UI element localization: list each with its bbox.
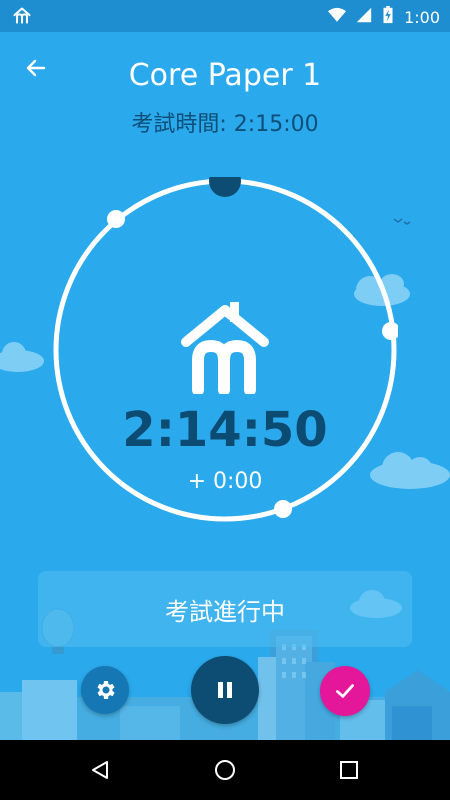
ring-marker <box>107 210 125 228</box>
ring-marker <box>274 500 292 518</box>
square-recents-icon <box>340 761 358 779</box>
pause-icon <box>218 682 232 698</box>
nav-back-button[interactable] <box>84 754 116 786</box>
check-icon <box>336 684 354 698</box>
time-offset: + 0:00 <box>187 469 263 494</box>
circle-home-icon <box>215 760 235 780</box>
ring-marker <box>382 322 400 340</box>
status-bar: 1:00 <box>0 0 450 32</box>
remaining-time: 2:14:50 <box>122 402 328 458</box>
exam-status-label: 考試進行中 <box>165 597 285 626</box>
settings-button[interactable] <box>81 666 129 714</box>
gear-icon <box>97 681 115 699</box>
finish-exam-button[interactable] <box>320 666 370 716</box>
wifi-icon <box>328 7 347 27</box>
nav-recents-button[interactable] <box>333 754 365 786</box>
pause-button[interactable] <box>191 656 259 724</box>
battery-charging-icon <box>382 6 394 28</box>
progress-handle[interactable] <box>209 165 241 197</box>
app-home-icon <box>12 6 32 30</box>
exam-timer-screen: Core Paper 1 考試時間: 2:15:00 2:14:50 + 0:0… <box>0 32 450 740</box>
exam-duration: 考試時間: 2:15:00 <box>131 112 319 137</box>
system-nav-bar <box>0 740 450 800</box>
home-m-logo-icon <box>181 302 269 394</box>
exam-title: Core Paper 1 <box>128 58 322 93</box>
signal-icon <box>356 7 372 27</box>
exam-status-panel: 考試進行中 <box>38 571 412 647</box>
triangle-back-icon <box>92 761 108 779</box>
nav-home-button[interactable] <box>209 754 241 786</box>
status-time: 1:00 <box>404 7 440 27</box>
